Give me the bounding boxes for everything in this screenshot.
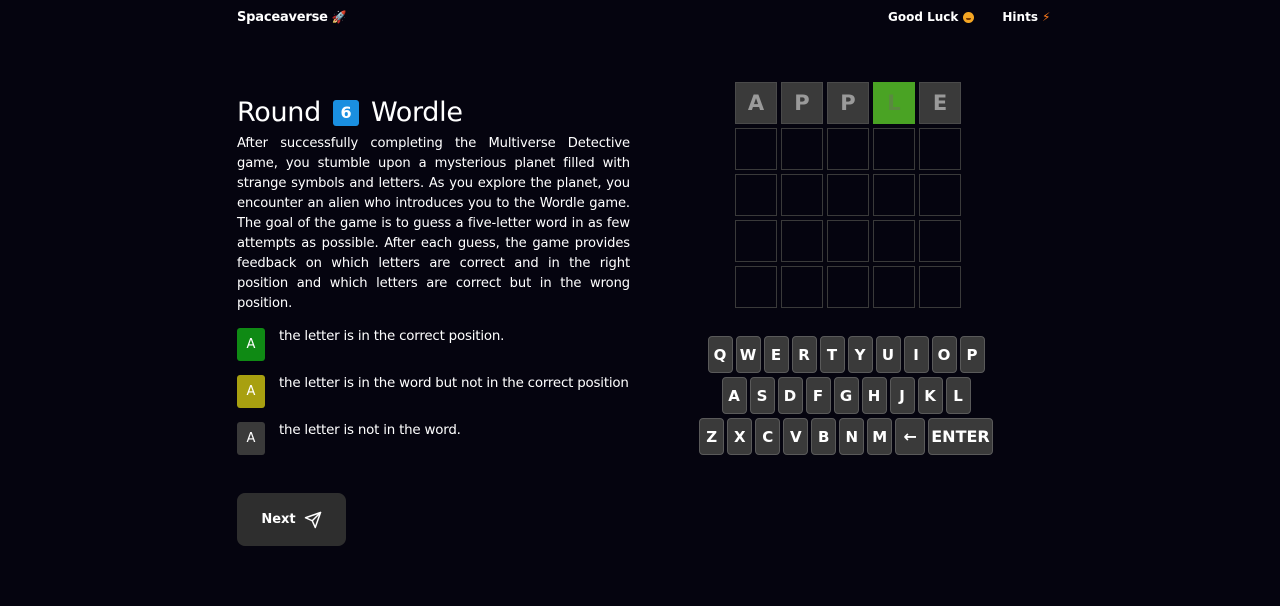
- key-u[interactable]: U: [875, 336, 901, 373]
- board-cell: A: [735, 82, 777, 124]
- key-x[interactable]: X: [727, 418, 753, 455]
- key-y[interactable]: Y: [847, 336, 873, 373]
- board-cell: P: [827, 82, 869, 124]
- key-e[interactable]: E: [763, 336, 789, 373]
- board-cell: P: [781, 82, 823, 124]
- title-prefix: Round: [237, 97, 321, 128]
- board-cell: [873, 266, 915, 308]
- instructions-panel: Round 6 Wordle After successfully comple…: [237, 96, 630, 469]
- key-f[interactable]: F: [805, 377, 831, 414]
- board-cell: [827, 266, 869, 308]
- board-cell: L: [873, 82, 915, 124]
- keyboard-row: Z X C V B N M ← ENTER: [690, 418, 1002, 455]
- board-cell: [873, 128, 915, 170]
- wordle-board: APPLE: [735, 82, 965, 312]
- hints-label: Hints: [1002, 10, 1038, 24]
- board-cell: [873, 174, 915, 216]
- key-backspace[interactable]: ←: [895, 418, 926, 455]
- key-a[interactable]: A: [721, 377, 747, 414]
- key-r[interactable]: R: [791, 336, 817, 373]
- board-cell: [735, 220, 777, 262]
- key-t[interactable]: T: [819, 336, 845, 373]
- board-cell: [735, 266, 777, 308]
- key-m[interactable]: M: [867, 418, 893, 455]
- color-legend: Athe letter is in the correct position. A…: [237, 328, 630, 455]
- key-d[interactable]: D: [777, 377, 803, 414]
- key-h[interactable]: H: [861, 377, 887, 414]
- legend-text: the letter is in the correct position.: [279, 329, 505, 344]
- game-description: After successfully completing the Multiv…: [237, 136, 630, 311]
- key-v[interactable]: V: [783, 418, 809, 455]
- board-cell: E: [919, 82, 961, 124]
- key-p[interactable]: P: [959, 336, 985, 373]
- board-cell: [919, 266, 961, 308]
- board-cell: [781, 128, 823, 170]
- smiley-icon: [963, 11, 975, 23]
- board-cell: [735, 128, 777, 170]
- on-screen-keyboard: Q W E R T Y U I O P A S D F G H J K L Z X C V B N M ← ENTER: [690, 336, 1002, 459]
- good-luck-label: Good Luck: [888, 10, 959, 24]
- key-i[interactable]: I: [903, 336, 929, 373]
- next-label: Next: [261, 512, 296, 527]
- board-row: [735, 174, 965, 220]
- board-cell: [827, 220, 869, 262]
- key-w[interactable]: W: [735, 336, 761, 373]
- legend-text: the letter is in the word but not in the…: [279, 376, 629, 391]
- key-s[interactable]: S: [749, 377, 775, 414]
- brand-name: Spaceaverse: [237, 10, 328, 25]
- title-suffix: Wordle: [370, 97, 463, 128]
- key-enter[interactable]: ENTER: [928, 418, 993, 455]
- key-o[interactable]: O: [931, 336, 957, 373]
- board-cell: [781, 220, 823, 262]
- lightning-icon: ⚡: [1041, 10, 1051, 24]
- board-cell: [827, 128, 869, 170]
- legend-tile: A: [237, 422, 265, 455]
- legend-item: Athe letter is in the word but not in th…: [237, 375, 630, 408]
- legend-item: Athe letter is in the correct position.: [237, 328, 630, 361]
- top-nav: Spaceaverse 🚀 Good Luck Hints ⚡: [0, 0, 1280, 36]
- key-q[interactable]: Q: [707, 336, 733, 373]
- legend-tile: A: [237, 375, 265, 408]
- board-cell: [919, 128, 961, 170]
- key-b[interactable]: B: [811, 418, 837, 455]
- round-number-badge: 6: [332, 100, 359, 126]
- board-row: [735, 220, 965, 266]
- brand-logo[interactable]: Spaceaverse 🚀: [237, 10, 347, 25]
- board-cell: [919, 174, 961, 216]
- keyboard-row: QWERTYUIOP: [690, 336, 1002, 373]
- board-cell: [873, 220, 915, 262]
- board-row: APPLE: [735, 82, 965, 128]
- key-j[interactable]: J: [889, 377, 915, 414]
- legend-item: Athe letter is not in the word.: [237, 422, 630, 455]
- board-row: [735, 128, 965, 174]
- board-cell: [781, 266, 823, 308]
- key-c[interactable]: C: [755, 418, 781, 455]
- hints-link[interactable]: Hints ⚡: [1002, 10, 1050, 24]
- board-cell: [735, 174, 777, 216]
- good-luck-link[interactable]: Good Luck: [888, 10, 975, 24]
- key-l[interactable]: L: [945, 377, 971, 414]
- legend-text: the letter is not in the word.: [279, 423, 461, 438]
- board-cell: [919, 220, 961, 262]
- next-button[interactable]: Next: [237, 493, 346, 546]
- page-title: Round 6 Wordle: [237, 96, 630, 130]
- key-z[interactable]: Z: [699, 418, 725, 455]
- key-n[interactable]: N: [839, 418, 865, 455]
- board-cell: [781, 174, 823, 216]
- key-g[interactable]: G: [833, 377, 859, 414]
- rocket-icon: 🚀: [331, 10, 347, 24]
- send-icon: [304, 511, 321, 528]
- legend-tile: A: [237, 328, 265, 361]
- board-cell: [827, 174, 869, 216]
- keyboard-row: ASDFGHJKL: [690, 377, 1002, 414]
- key-k[interactable]: K: [917, 377, 943, 414]
- board-row: [735, 266, 965, 312]
